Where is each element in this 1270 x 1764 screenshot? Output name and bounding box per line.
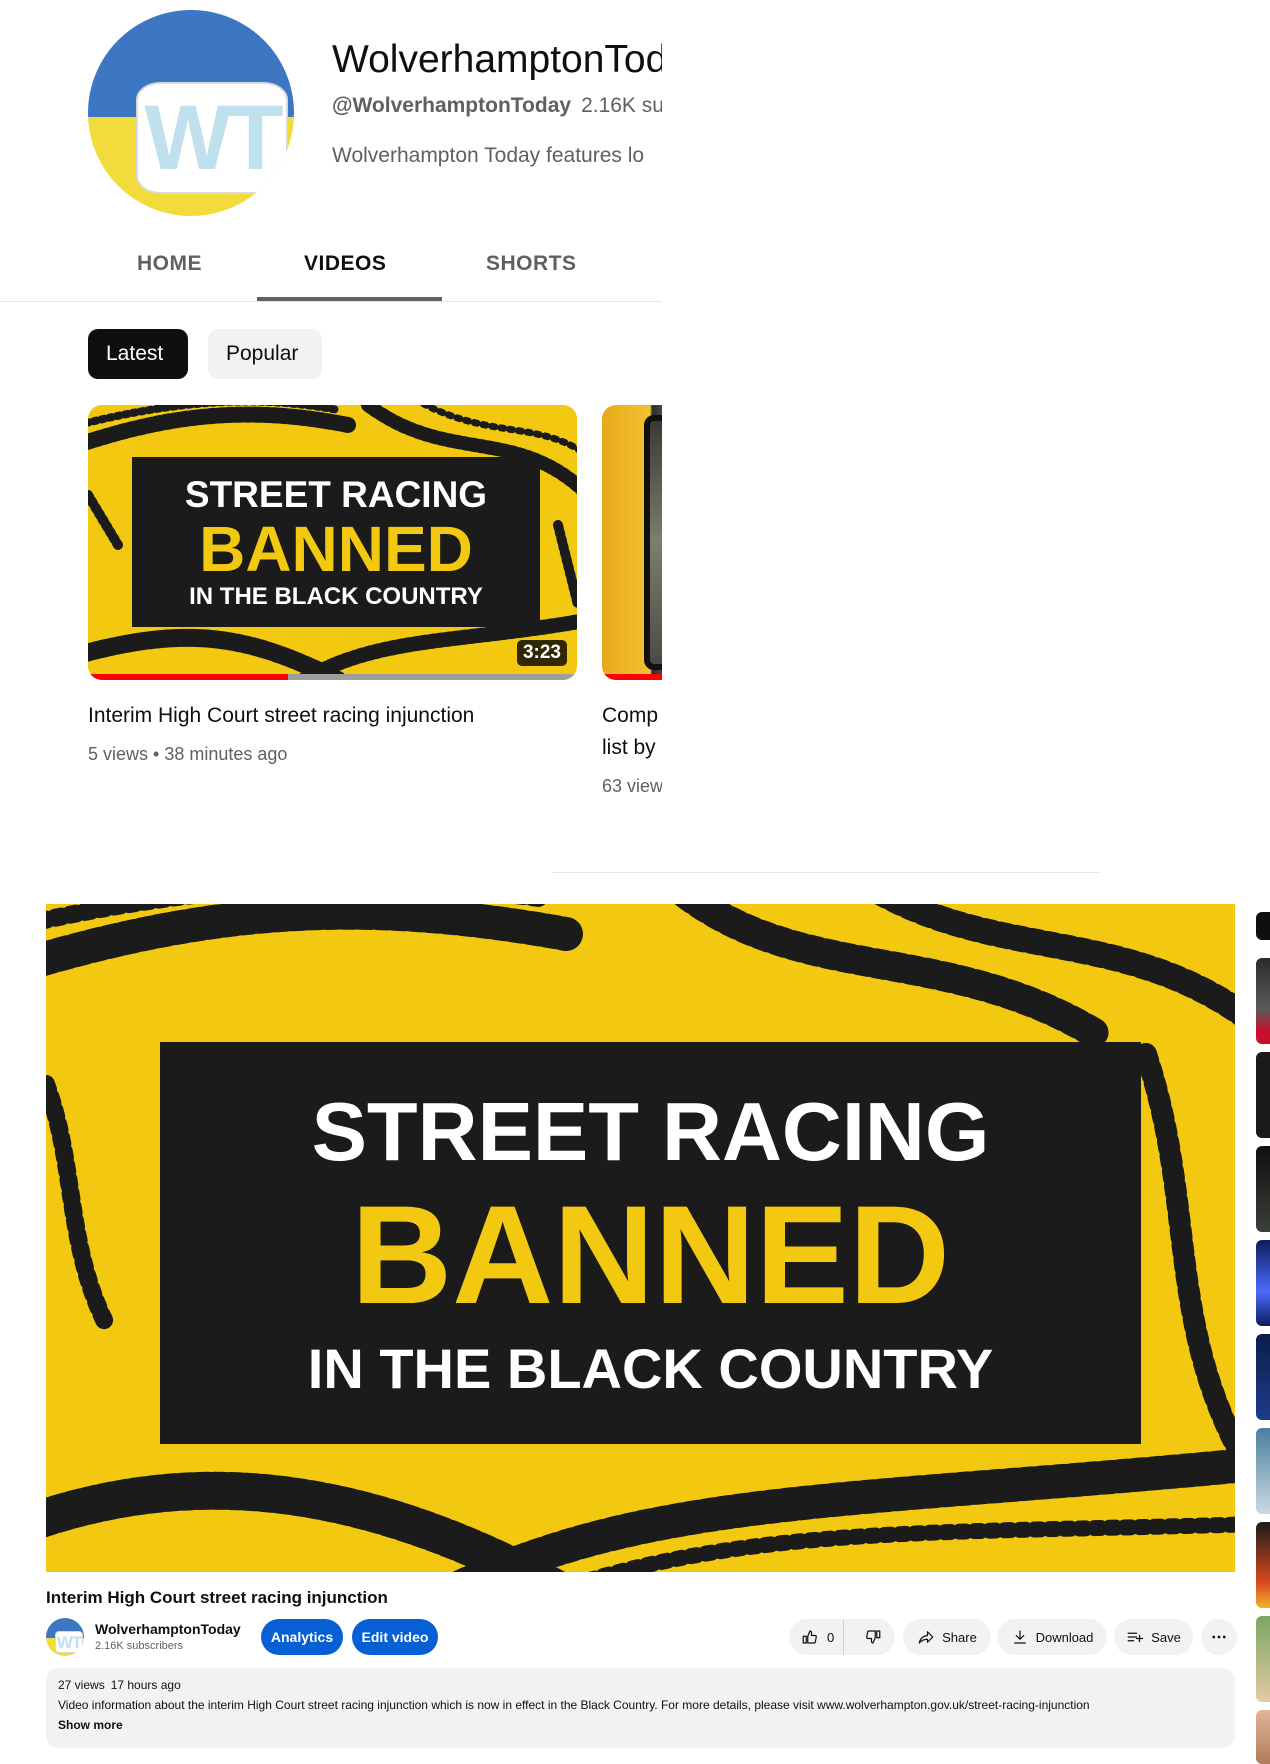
save-label: Save	[1151, 1629, 1181, 1645]
download-icon	[1013, 1630, 1026, 1644]
video-meta: 63 view	[602, 776, 662, 796]
show-more-button[interactable]: Show more	[58, 1718, 1223, 1732]
edit-video-button[interactable]: Edit video	[352, 1619, 438, 1655]
tab-home[interactable]: HOME	[137, 252, 202, 276]
channel-page: WT WolverhamptonTod @WolverhamptonToday 2…	[0, 0, 662, 810]
wt-logo-badge: WT	[55, 1631, 83, 1653]
recommendation-thumbnail[interactable]	[1256, 1710, 1270, 1764]
channel-handle: @WolverhamptonToday	[332, 94, 572, 117]
video-title[interactable]: Interim High Court street racing injunct…	[88, 704, 474, 728]
download-label: Download	[1035, 1629, 1094, 1645]
banner-line-street-racing: STREET RACING	[311, 1084, 990, 1178]
banner-text-box: STREET RACING BANNED IN THE BLACK COUNTR…	[160, 1042, 1141, 1444]
share-arrow-icon	[918, 1631, 934, 1644]
video-thumbnail[interactable]	[602, 405, 662, 680]
banner-line-banned: BANNED	[199, 512, 473, 585]
tab-videos[interactable]: VIDEOS	[304, 252, 386, 276]
recommendation-thumbnail[interactable]	[1256, 1052, 1270, 1138]
owner-channel-name[interactable]: WolverhamptonToday	[95, 1621, 241, 1637]
divider	[552, 872, 1100, 873]
thumbs-up-icon	[802, 1630, 817, 1644]
channel-avatar[interactable]: WT	[88, 10, 294, 216]
channel-description[interactable]: Wolverhampton Today features lo	[332, 144, 644, 168]
banner-line-black-country: IN THE BLACK COUNTRY	[307, 1336, 994, 1400]
like-count: 0	[827, 1629, 835, 1645]
thumbnail-photo	[644, 415, 662, 670]
watch-video-title: Interim High Court street racing injunct…	[46, 1588, 388, 1607]
channel-subscriber-count: 2.16K su	[581, 94, 662, 117]
more-horizontal-icon	[1212, 1635, 1226, 1639]
video-player[interactable]: STREET RACING BANNED IN THE BLACK COUNTR…	[46, 904, 1235, 1572]
banner-line-banned: BANNED	[351, 1175, 950, 1333]
like-dislike-group: 0	[789, 1619, 895, 1655]
watch-progress-fill	[602, 674, 662, 680]
watch-upload-age: 17 hours ago	[110, 1678, 181, 1692]
banner-text-box: STREET RACING BANNED IN THE BLACK COUNTR…	[132, 457, 540, 627]
more-actions-button[interactable]	[1201, 1619, 1237, 1655]
channel-handle-row: @WolverhamptonToday 2.16K su	[332, 94, 662, 118]
like-button[interactable]: 0	[789, 1619, 844, 1655]
playlist-add-icon	[1127, 1632, 1144, 1643]
chip-popular[interactable]: Popular	[208, 329, 322, 379]
channel-tabs: HOME VIDEOS SHORTS	[0, 240, 662, 302]
recommendation-thumbnail[interactable]	[1256, 1616, 1270, 1702]
share-label: Share	[942, 1629, 977, 1645]
video-duration-badge: 3:23	[516, 640, 567, 666]
recommendation-thumbnail[interactable]	[1256, 1334, 1270, 1420]
wt-logo-text: WT	[144, 87, 283, 189]
chip-latest[interactable]: Latest	[88, 329, 188, 379]
video-age: 38 minutes ago	[164, 744, 288, 764]
thumbnail-artwork: STREET RACING BANNED IN THE BLACK COUNTR…	[88, 405, 577, 680]
share-button[interactable]: Share	[903, 1619, 991, 1655]
watch-page: STREET RACING BANNED IN THE BLACK COUNTR…	[0, 900, 1270, 1764]
video-meta: 5 views • 38 minutes ago	[88, 744, 288, 764]
video-thumbnail[interactable]: STREET RACING BANNED IN THE BLACK COUNTR…	[88, 405, 577, 680]
watch-progress-fill	[88, 674, 289, 680]
tab-shorts[interactable]: SHORTS	[486, 252, 577, 276]
recommendation-thumbnail[interactable]	[1256, 1522, 1270, 1608]
description-stats: 27 views 17 hours ago	[58, 1678, 1223, 1692]
recommendation-thumbnail[interactable]	[1256, 1428, 1270, 1514]
description-text: Video information about the interim High…	[58, 1698, 1090, 1712]
recommendation-thumbnail[interactable]	[1256, 1240, 1270, 1326]
download-button[interactable]: Download	[997, 1619, 1107, 1655]
recommendation-thumbnail[interactable]	[1256, 958, 1270, 1044]
watch-view-count: 27 views	[58, 1678, 105, 1692]
banner-line-street-racing: STREET RACING	[184, 473, 488, 515]
watch-progress-bar	[602, 674, 662, 680]
watch-progress-bar	[88, 674, 577, 680]
banner-line-black-country: IN THE BLACK COUNTRY	[189, 582, 483, 610]
owner-subscriber-count: 2.16K subscribers	[95, 1640, 184, 1652]
thumbs-down-icon	[865, 1630, 881, 1644]
wt-logo-text: WT	[56, 1632, 82, 1652]
owner-avatar[interactable]: WT	[46, 1618, 84, 1656]
wt-logo-badge: WT	[136, 82, 288, 194]
video-title[interactable]: Comp	[602, 704, 658, 728]
channel-title: WolverhamptonTod	[332, 38, 662, 81]
save-button[interactable]: Save	[1114, 1619, 1193, 1655]
recommendation-thumbnail[interactable]	[1256, 1146, 1270, 1232]
video-views: 5 views	[88, 744, 149, 764]
video-title-line2[interactable]: list by	[602, 736, 656, 760]
recommendation-chip[interactable]	[1256, 912, 1270, 940]
dislike-button[interactable]	[851, 1619, 895, 1655]
active-tab-indicator	[257, 297, 442, 301]
analytics-button[interactable]: Analytics	[261, 1619, 343, 1655]
description-box[interactable]: 27 views 17 hours ago Video information a…	[46, 1668, 1235, 1748]
